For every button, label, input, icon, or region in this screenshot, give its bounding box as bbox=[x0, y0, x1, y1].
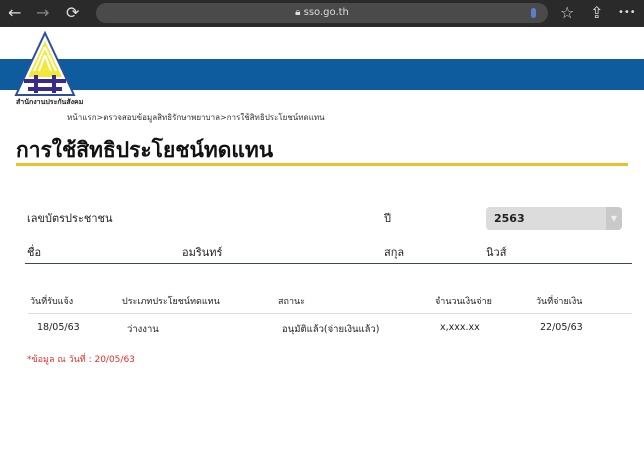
browser-toolbar: ← → ⟳ 🔒︎ sso.go.th ☆ ⇪ ••• bbox=[0, 0, 644, 27]
surname-label: สกุล bbox=[384, 246, 405, 259]
id-label: เลขบัตรประชาชน bbox=[27, 212, 113, 225]
header-status: สถานะ bbox=[278, 297, 305, 307]
mic-icon[interactable] bbox=[531, 8, 536, 18]
table-divider bbox=[28, 313, 632, 314]
url-text: sso.go.th bbox=[303, 7, 349, 18]
url-bar[interactable]: 🔒︎ sso.go.th bbox=[96, 3, 548, 23]
year-value: 2563 bbox=[494, 212, 525, 225]
reload-icon[interactable]: ⟳ bbox=[66, 3, 79, 22]
forward-icon[interactable]: → bbox=[36, 3, 49, 22]
sso-logo-icon[interactable] bbox=[14, 31, 76, 97]
year-select[interactable]: 2563 ▼ bbox=[486, 207, 622, 230]
header-benefit-type: ประเภทประโยชน์ทดแทน bbox=[122, 297, 220, 307]
header-report-date: วันที่รับแจ้ง bbox=[30, 297, 74, 307]
year-label: ปี bbox=[384, 212, 391, 225]
more-icon[interactable]: ••• bbox=[618, 7, 636, 18]
cell-status: อนุมัติแล้ว(จ่ายเงินแล้ว) bbox=[282, 324, 380, 335]
cell-benefit-type: ว่างงาน bbox=[127, 324, 159, 335]
cell-pay-date: 22/05/63 bbox=[540, 322, 583, 333]
header-pay-date: วันที่จ่ายเงิน bbox=[536, 297, 583, 307]
header-amount: จำนวนเงินจ่าย bbox=[435, 297, 492, 307]
cell-amount: x,xxx.xx bbox=[440, 322, 480, 333]
data-date-note: *ข้อมูล ณ วันที่ : 20/05/63 bbox=[27, 355, 135, 365]
chevron-down-icon: ▼ bbox=[606, 207, 622, 230]
divider bbox=[25, 263, 632, 264]
surname-value: นิวส์ bbox=[486, 246, 507, 259]
name-label: ชื่อ bbox=[27, 246, 42, 259]
logo-text: สำนักงานประกันสังคม bbox=[16, 98, 84, 106]
back-icon[interactable]: ← bbox=[8, 3, 21, 22]
star-icon[interactable]: ☆ bbox=[560, 3, 574, 22]
breadcrumb[interactable]: หน้าแรก>ตรวจสอบข้อมูลสิทธิรักษาพยาบาล>กา… bbox=[67, 111, 325, 124]
header-band bbox=[0, 59, 644, 90]
name-value: อมรินทร์ bbox=[182, 246, 223, 259]
lock-icon: 🔒︎ bbox=[295, 7, 304, 18]
title-underline bbox=[16, 163, 628, 166]
cell-report-date: 18/05/63 bbox=[37, 322, 80, 333]
share-icon[interactable]: ⇪ bbox=[590, 3, 603, 22]
